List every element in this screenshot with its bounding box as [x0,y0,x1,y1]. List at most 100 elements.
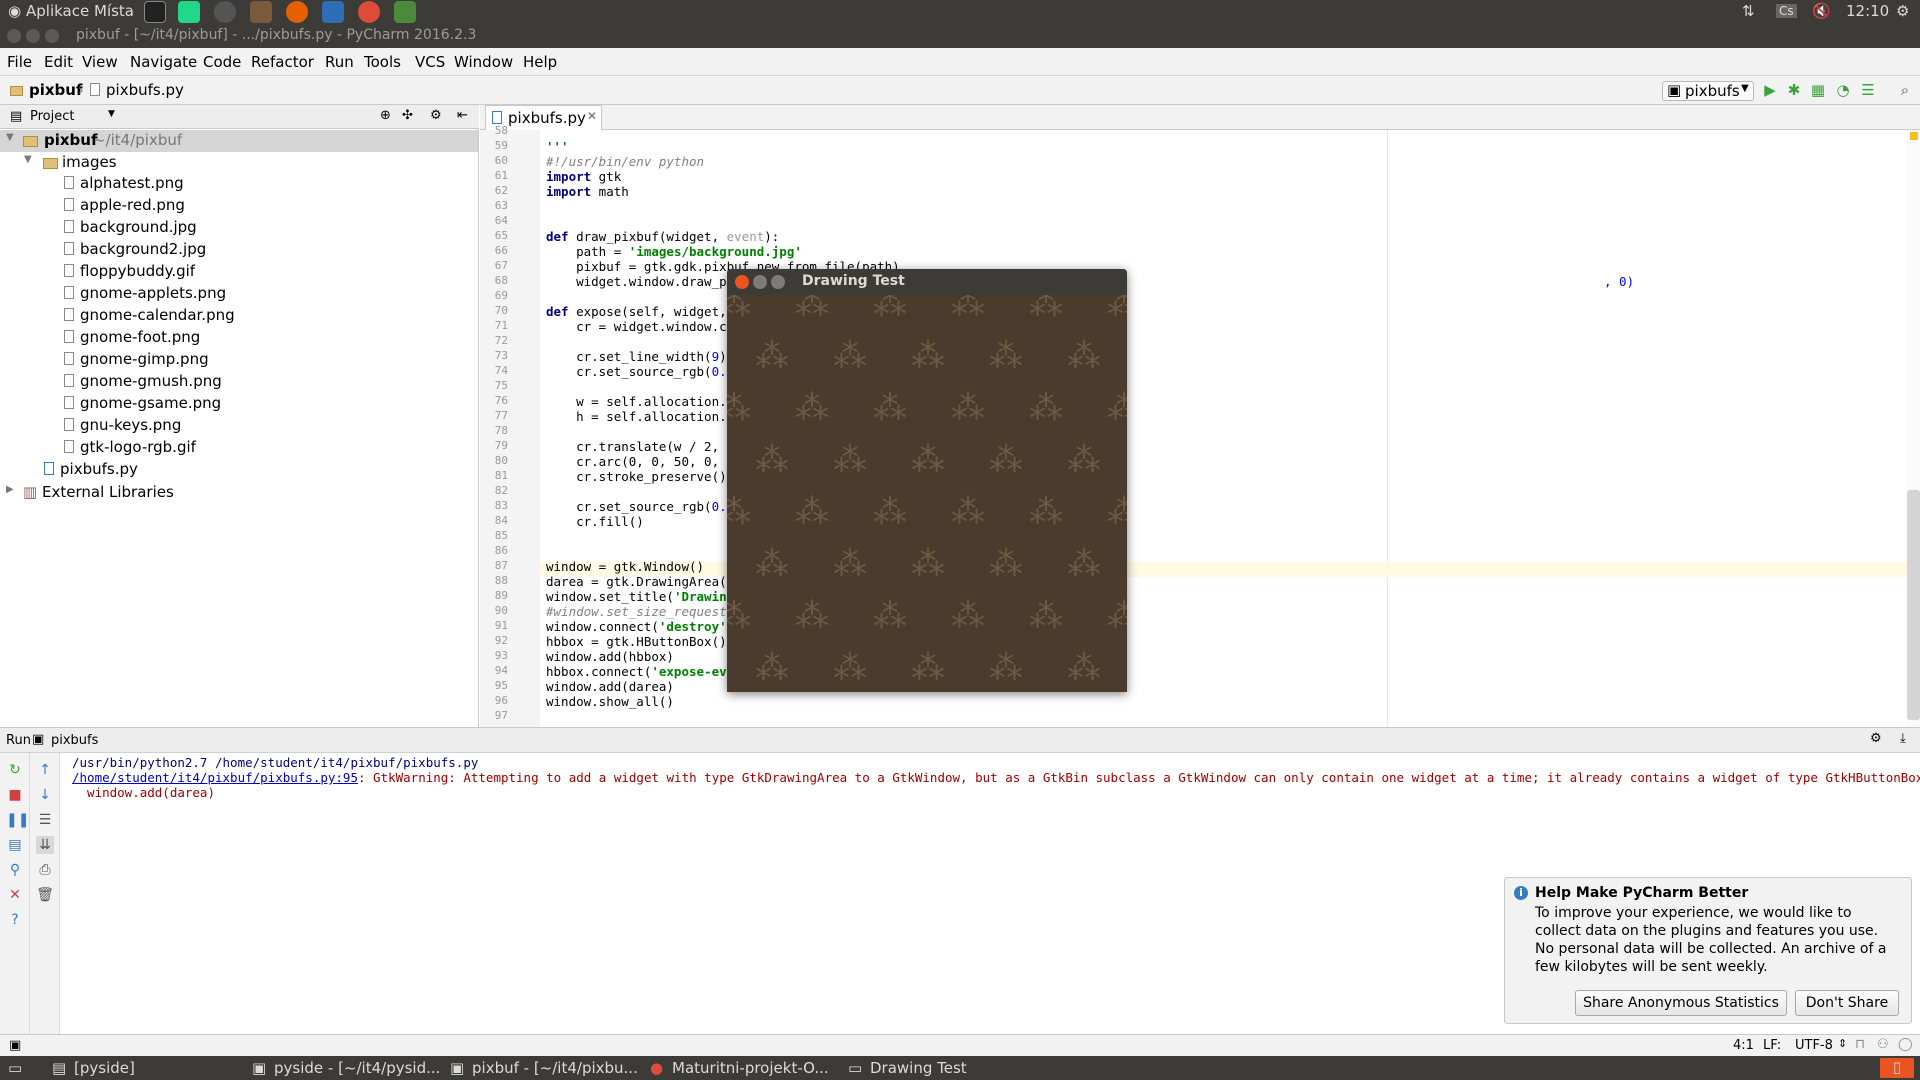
minimize-window-button[interactable] [753,275,767,289]
virtualbox-icon[interactable] [322,1,344,23]
volume-muted-icon[interactable]: 🔇 [1812,2,1831,20]
task-pyside-pycharm[interactable]: pyside - [~/it4/pysid... [274,1059,440,1077]
menu-file[interactable]: File [7,53,32,71]
drawing-test-title-bar[interactable]: Drawing Test [727,269,1127,295]
tree-file[interactable]: gnome-gmush.png [64,372,222,394]
tool-windows-icon[interactable]: ▣ [9,1038,21,1053]
tree-file[interactable]: gnome-applets.png [64,284,226,306]
tree-file[interactable]: gnome-foot.png [64,328,200,350]
pycharm-launcher-icon[interactable] [178,1,200,23]
task-drawing-test[interactable]: Drawing Test [870,1059,967,1077]
rerun-icon[interactable]: ↻ [6,761,24,779]
tree-file[interactable]: apple-red.png [64,196,185,218]
apps-menu[interactable]: Aplikace [26,2,89,20]
gear-icon[interactable]: ⚙ [430,108,442,123]
profile-icon[interactable]: ◔ [1834,81,1852,99]
share-statistics-button[interactable]: Share Anonymous Statistics [1575,990,1787,1016]
file-encoding[interactable]: UTF-8 [1795,1038,1833,1053]
chrome-icon[interactable] [358,1,380,23]
run-panel-label[interactable]: Run [6,733,31,748]
chevron-down-icon[interactable]: ▼ [108,109,115,119]
dump-threads-icon[interactable]: ▤ [6,836,24,854]
network-icon[interactable]: ⇅ [1742,2,1755,20]
line-separator[interactable]: LF: [1763,1038,1781,1053]
run-configuration-select[interactable]: ▣ pixbufs ▼ [1662,81,1754,101]
terminal-icon[interactable] [144,1,166,23]
breadcrumb-project[interactable]: pixbuf [29,81,83,99]
gear-icon[interactable]: ⚙ [1870,731,1882,746]
gear-icon[interactable]: ⚙ [1896,2,1909,20]
debug-icon[interactable]: ✱ [1785,81,1803,99]
apps-menu-icon[interactable]: ◉ [8,2,21,20]
pause-icon[interactable]: ❚❚ [6,811,29,829]
menu-edit[interactable]: Edit [44,53,73,71]
maximize-window-button[interactable] [771,275,785,289]
project-panel-title[interactable]: Project [30,109,74,124]
menu-vcs[interactable]: VCS [415,53,445,71]
soft-wrap-icon[interactable]: ☰ [36,811,54,829]
task-pixbuf-pycharm[interactable]: pixbuf - [~/it4/pixbu... [472,1059,638,1077]
close-icon[interactable]: ✕ [6,886,24,904]
inspector-icon[interactable]: ⚇ [1877,1037,1889,1052]
code-editor[interactable]: pixbufs.py ✕ 58 59 60 61 62 63 64 65 66 67 68 69 70 7… [480,105,1920,727]
run-icon[interactable]: ▶ [1761,81,1779,99]
drawing-test-window[interactable]: Drawing Test ⁂ ⁂ ⁂ ⁂ ⁂ ⁂ ⁂ ⁂ ⁂ ⁂ ⁂ ⁂ ⁂ ⁂ ⁂ ⁂ ⁂ ⁂ ⁂ ⁂ ⁂ ⁂ ⁂ ⁂ ⁂ ⁂ ⁂… [727,269,1127,692]
show-desktop-icon[interactable]: ▭ [8,1059,22,1077]
scroll-to-end-icon[interactable]: ⇊ [36,836,54,854]
caret-position[interactable]: 4:1 [1733,1038,1754,1053]
stop-icon[interactable]: ■ [6,786,24,804]
tree-file-main[interactable]: pixbufs.py [44,460,138,482]
close-window-button[interactable] [7,29,21,43]
menu-code[interactable]: Code [203,53,241,71]
search-icon[interactable]: ⌕ [1896,81,1914,99]
hide-panel-icon[interactable]: ⤓ [1900,731,1906,746]
print-icon[interactable]: ⎙ [36,861,54,879]
tree-file[interactable]: floppybuddy.gif [64,262,195,284]
tree-root[interactable]: ▼ pixbuf ~/it4/pixbuf [0,130,478,152]
concurrency-icon[interactable]: ☰ [1859,81,1877,99]
tree-file[interactable]: gnu-keys.png [64,416,181,438]
tree-file[interactable]: alphatest.png [64,174,184,196]
menu-refactor[interactable]: Refactor [251,53,314,71]
app-launcher-icon[interactable] [394,1,416,23]
pin-icon[interactable]: ⚲ [6,861,24,879]
menu-view[interactable]: View [82,53,118,71]
event-log-icon[interactable]: ◯ [1898,1037,1913,1052]
collapse-icon[interactable]: ✣ [402,108,413,123]
menu-help[interactable]: Help [523,53,557,71]
hide-panel-icon[interactable]: ⇤ [457,108,468,123]
analysis-status-icon[interactable] [1910,132,1918,140]
files-launcher-icon[interactable] [250,1,272,23]
firefox-icon[interactable] [286,1,308,23]
tree-file[interactable]: gtk-logo-rgb.gif [64,438,196,460]
editor-scrollbar[interactable] [1907,130,1920,727]
menu-run[interactable]: Run [325,53,354,71]
breadcrumb-file[interactable]: pixbufs.py [106,81,184,99]
help-icon[interactable]: ? [6,911,24,929]
locate-icon[interactable]: ⊕ [380,108,391,123]
maximize-window-button[interactable] [45,29,59,43]
tree-file[interactable]: gnome-gimp.png [64,350,209,372]
menu-window[interactable]: Window [454,53,513,71]
scrollbar-thumb[interactable] [1907,490,1920,720]
menu-navigate[interactable]: Navigate [130,53,197,71]
task-pyside-terminal[interactable]: [pyside] [74,1059,135,1077]
source-link[interactable]: /home/student/it4/pixbuf/pixbufs.py:95 [72,770,358,785]
lock-icon[interactable]: ⊓ [1855,1037,1865,1052]
close-icon[interactable]: ✕ [587,109,597,123]
coverage-icon[interactable]: ▦ [1809,81,1827,99]
tree-file[interactable]: background2.jpg [64,240,206,262]
tree-file[interactable]: gnome-calendar.png [64,306,235,328]
clock[interactable]: 12:10 [1846,2,1889,20]
tree-file[interactable]: background.jpg [64,218,197,240]
tree-file[interactable]: gnome-gsame.png [64,394,221,416]
close-window-button[interactable] [735,275,749,289]
up-arrow-icon[interactable]: ↑ [36,761,54,779]
settings-launcher-icon[interactable] [214,1,236,23]
places-menu[interactable]: Místa [94,2,134,20]
task-chrome[interactable]: Maturitni-projekt-O... [672,1059,829,1077]
keyboard-lang[interactable]: Cs [1776,4,1797,18]
trash-icon[interactable]: 🗑 [36,886,54,904]
trash-icon[interactable]: ▯ [1880,1058,1914,1078]
run-panel-config[interactable]: pixbufs [51,733,98,748]
